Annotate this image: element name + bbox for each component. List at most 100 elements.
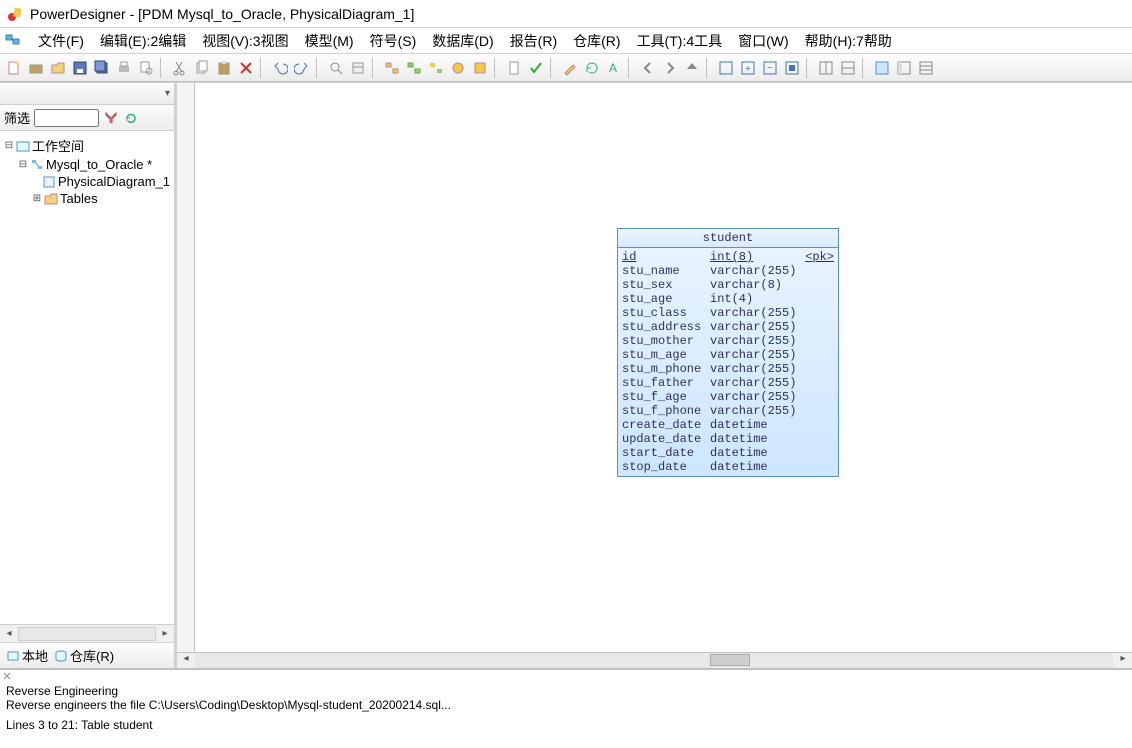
folder-icon xyxy=(44,192,58,206)
entity-column-row[interactable]: stu_addressvarchar(255) xyxy=(622,320,834,334)
nav-forward-icon[interactable] xyxy=(660,58,680,78)
object-tree[interactable]: ⊟ 工作空间 ⊟ Mysql_to_Oracle * · PhysicalDia… xyxy=(0,131,174,624)
svg-text:−: − xyxy=(767,63,773,74)
menu-file[interactable]: 文件(F) xyxy=(30,29,92,53)
tab-repository[interactable]: 仓库(R) xyxy=(54,646,114,665)
tree-diagram[interactable]: · PhysicalDiagram_1 xyxy=(4,173,170,190)
model4-icon[interactable] xyxy=(448,58,468,78)
panel2-icon[interactable] xyxy=(894,58,914,78)
zoom-window-icon[interactable] xyxy=(716,58,736,78)
output-panel: Reverse Engineering Reverse engineers th… xyxy=(0,668,1132,748)
refresh-icon[interactable] xyxy=(582,58,602,78)
collapser-icon[interactable]: ⊟ xyxy=(18,159,28,170)
entity-column-row[interactable]: create_datedatetime xyxy=(622,418,834,432)
diagram-canvas[interactable]: student idint(8)<pk>stu_namevarchar(255)… xyxy=(176,83,1132,668)
menu-help[interactable]: 帮助(H):7帮助 xyxy=(797,29,900,53)
nav-up-icon[interactable] xyxy=(682,58,702,78)
entity-column-row[interactable]: stu_m_agevarchar(255) xyxy=(622,348,834,362)
scroll-left-icon[interactable]: ◂ xyxy=(0,628,18,639)
new-model-icon[interactable] xyxy=(26,58,46,78)
collapser-icon[interactable]: ⊞ xyxy=(32,193,42,204)
layout2-icon[interactable] xyxy=(838,58,858,78)
save-icon[interactable] xyxy=(70,58,90,78)
entity-column-row[interactable]: idint(8)<pk> xyxy=(622,250,834,264)
menu-repository[interactable]: 仓库(R) xyxy=(565,29,628,53)
menu-symbol[interactable]: 符号(S) xyxy=(362,29,425,53)
scroll-right-icon[interactable]: ▸ xyxy=(1114,653,1132,668)
entity-column-row[interactable]: stu_ageint(4) xyxy=(622,292,834,306)
redo-icon[interactable] xyxy=(292,58,312,78)
entity-column-row[interactable]: stu_mothervarchar(255) xyxy=(622,334,834,348)
filter-input[interactable] xyxy=(34,109,99,127)
print-icon[interactable] xyxy=(114,58,134,78)
new-icon[interactable] xyxy=(4,58,24,78)
column-key xyxy=(802,460,834,474)
tree-model[interactable]: ⊟ Mysql_to_Oracle * xyxy=(4,156,170,173)
scroll-left-icon[interactable]: ◂ xyxy=(177,653,195,668)
tree-h-scrollbar[interactable]: ◂ ▸ xyxy=(0,624,174,642)
menu-report[interactable]: 报告(R) xyxy=(502,29,565,53)
panel1-icon[interactable] xyxy=(872,58,892,78)
zoom-in-icon[interactable]: + xyxy=(738,58,758,78)
edit-symbol-icon[interactable] xyxy=(560,58,580,78)
svg-text:A: A xyxy=(609,61,617,75)
model2-icon[interactable] xyxy=(404,58,424,78)
tree-tables-folder[interactable]: ⊞ Tables xyxy=(4,190,170,207)
check-icon[interactable] xyxy=(526,58,546,78)
clear-filter-icon[interactable] xyxy=(103,110,119,126)
print-preview-icon[interactable] xyxy=(136,58,156,78)
collapser-icon[interactable]: ⊟ xyxy=(4,140,14,151)
menu-window[interactable]: 窗口(W) xyxy=(730,29,797,53)
menu-view[interactable]: 视图(V):3视图 xyxy=(194,29,296,53)
menu-model[interactable]: 模型(M) xyxy=(297,29,362,53)
entity-column-row[interactable]: stu_m_phonevarchar(255) xyxy=(622,362,834,376)
column-key xyxy=(802,278,834,292)
model3-icon[interactable] xyxy=(426,58,446,78)
title-bar: PowerDesigner - [PDM Mysql_to_Oracle, Ph… xyxy=(0,0,1132,28)
report-icon[interactable] xyxy=(504,58,524,78)
cut-icon[interactable] xyxy=(170,58,190,78)
scroll-thumb[interactable] xyxy=(710,654,750,666)
filter-label: 筛选 xyxy=(4,108,30,127)
entity-column-row[interactable]: stu_f_agevarchar(255) xyxy=(622,390,834,404)
output-handle[interactable] xyxy=(0,670,1132,682)
menu-edit[interactable]: 编辑(E):2编辑 xyxy=(92,29,194,53)
menu-database[interactable]: 数据库(D) xyxy=(424,29,501,53)
layout1-icon[interactable] xyxy=(816,58,836,78)
column-type: datetime xyxy=(710,460,802,474)
entity-column-row[interactable]: stu_f_phonevarchar(255) xyxy=(622,404,834,418)
entity-column-row[interactable]: stop_datedatetime xyxy=(622,460,834,474)
nav-back-icon[interactable] xyxy=(638,58,658,78)
copy-icon[interactable] xyxy=(192,58,212,78)
chevron-down-icon[interactable]: ▾ xyxy=(165,88,170,99)
entity-column-row[interactable]: start_datedatetime xyxy=(622,446,834,460)
undo-icon[interactable] xyxy=(270,58,290,78)
find-icon[interactable] xyxy=(326,58,346,78)
entity-column-row[interactable]: stu_namevarchar(255) xyxy=(622,264,834,278)
window-title: PowerDesigner - [PDM Mysql_to_Oracle, Ph… xyxy=(30,6,414,22)
properties-icon[interactable] xyxy=(348,58,368,78)
entity-column-row[interactable]: stu_classvarchar(255) xyxy=(622,306,834,320)
save-all-icon[interactable] xyxy=(92,58,112,78)
menu-tools[interactable]: 工具(T):4工具 xyxy=(629,29,731,53)
scroll-right-icon[interactable]: ▸ xyxy=(156,628,174,639)
entity-column-row[interactable]: update_datedatetime xyxy=(622,432,834,446)
delete-icon[interactable] xyxy=(236,58,256,78)
canvas-h-scrollbar[interactable]: ◂ ▸ xyxy=(177,652,1132,668)
entity-student[interactable]: student idint(8)<pk>stu_namevarchar(255)… xyxy=(617,228,839,477)
tab-local[interactable]: 本地 xyxy=(6,646,48,665)
zoom-fit-icon[interactable] xyxy=(782,58,802,78)
refresh-filter-icon[interactable] xyxy=(123,110,139,126)
zoom-out-icon[interactable]: − xyxy=(760,58,780,78)
text-a-icon[interactable]: A xyxy=(604,58,624,78)
entity-column-row[interactable]: stu_fathervarchar(255) xyxy=(622,376,834,390)
open-icon[interactable] xyxy=(48,58,68,78)
tree-workspace[interactable]: ⊟ 工作空间 xyxy=(4,135,170,156)
column-name: start_date xyxy=(622,446,710,460)
model1-icon[interactable] xyxy=(382,58,402,78)
model5-icon[interactable] xyxy=(470,58,490,78)
toolbar: A + − xyxy=(0,54,1132,82)
entity-column-row[interactable]: stu_sexvarchar(8) xyxy=(622,278,834,292)
paste-icon[interactable] xyxy=(214,58,234,78)
panel3-icon[interactable] xyxy=(916,58,936,78)
